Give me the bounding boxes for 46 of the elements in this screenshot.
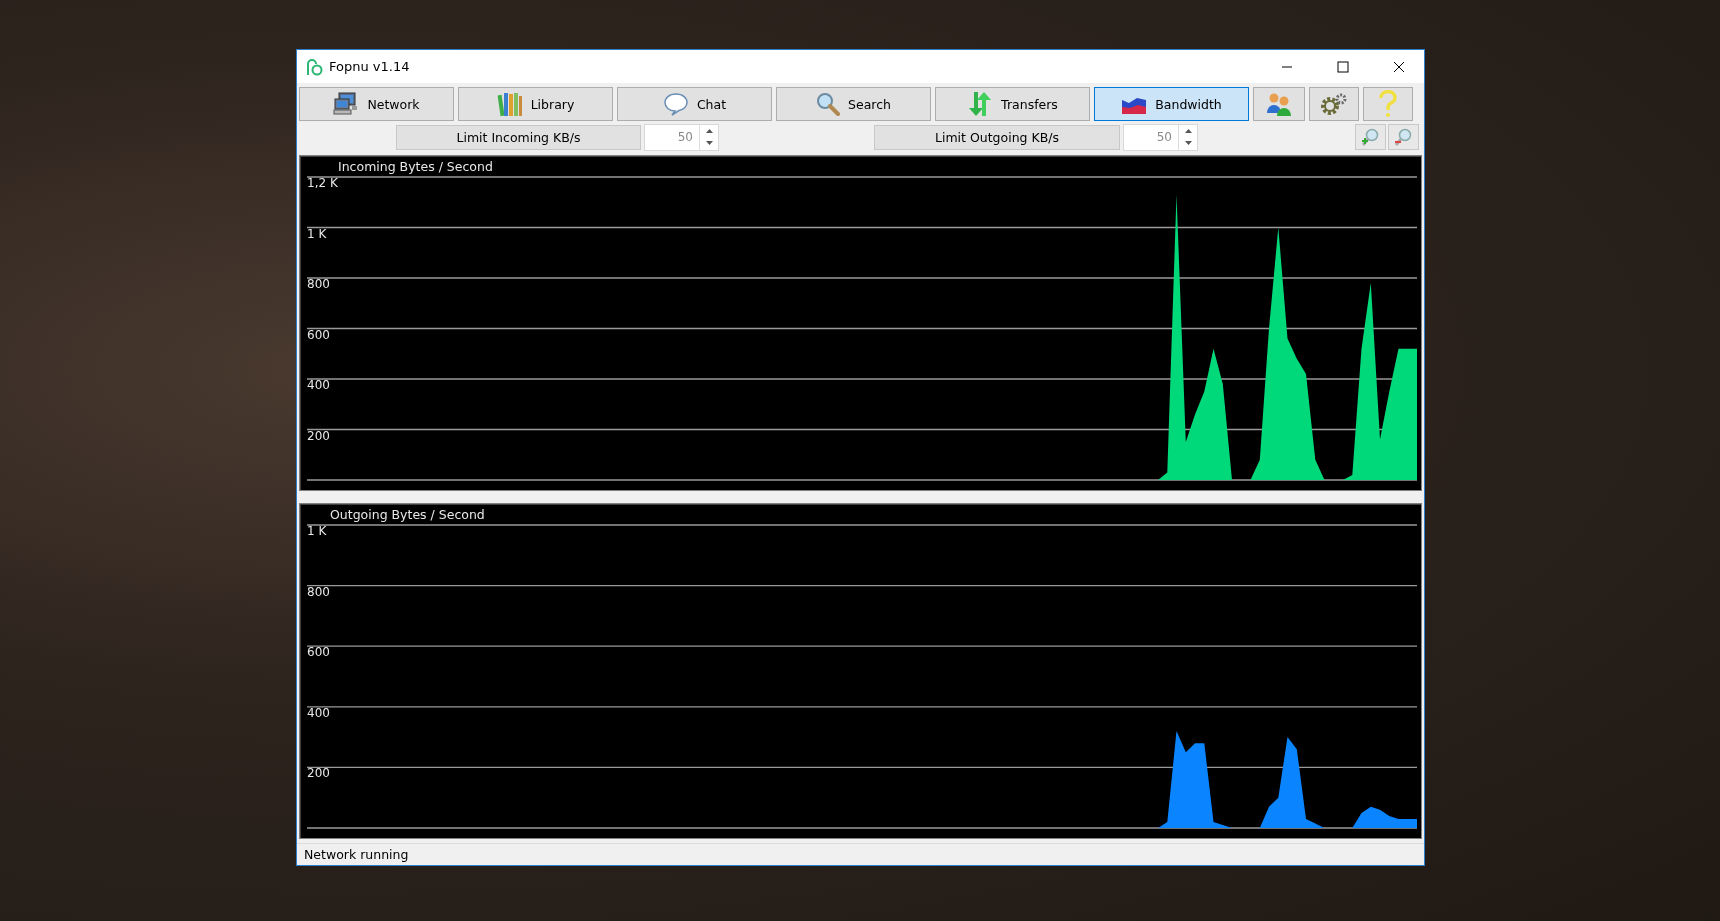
limit-button[interactable]: Limit Outgoing KB/s — [874, 124, 1120, 150]
chart-title: Incoming Bytes / Second — [338, 159, 493, 174]
y-tick-label: 1 K — [307, 226, 327, 241]
spin-down-icon — [705, 141, 713, 146]
y-tick-label: 600 — [307, 645, 330, 660]
settings-button[interactable] — [1309, 87, 1359, 121]
spin-up-icon — [1184, 128, 1192, 133]
y-tick-label: 1 K — [307, 524, 327, 538]
zoom-out-icon — [1393, 127, 1414, 147]
toolbar-tab[interactable]: Transfers — [935, 87, 1090, 121]
speech-bubble-icon — [662, 92, 689, 116]
app-logo-icon — [305, 57, 323, 76]
users-icon — [1265, 91, 1293, 117]
zoom-in-button[interactable] — [1355, 124, 1386, 150]
up-down-arrows-icon — [967, 91, 994, 117]
zoom-in-icon — [1360, 127, 1381, 147]
question-mark-icon — [1378, 90, 1398, 118]
status-text: Network running — [304, 847, 409, 862]
close-icon — [1393, 60, 1405, 73]
spin-down-icon — [1184, 141, 1192, 146]
y-tick-label: 200 — [307, 766, 330, 781]
gears-icon — [1320, 92, 1348, 116]
y-tick-label: 1,2 K — [307, 176, 338, 190]
search-icon — [816, 92, 840, 116]
computer-icon — [333, 92, 360, 116]
users-button[interactable] — [1253, 87, 1305, 121]
y-tick-label: 800 — [307, 277, 330, 291]
toolbar-tab[interactable]: Network — [299, 87, 454, 121]
toolbar-tab[interactable]: Search — [776, 87, 931, 121]
toolbar-tab[interactable]: Library — [458, 87, 613, 121]
books-icon — [496, 91, 523, 117]
chart-title: Outgoing Bytes / Second — [330, 507, 485, 522]
y-tick-label: 800 — [307, 584, 330, 599]
y-tick-label: 600 — [307, 327, 330, 342]
limit-button[interactable]: Limit Incoming KB/s — [396, 124, 641, 150]
window-title: Fopnu v1.14 — [329, 59, 411, 74]
spin-up-icon — [705, 128, 713, 133]
toolbar-tab[interactable]: Bandwidth — [1094, 87, 1249, 121]
y-tick-label: 400 — [307, 378, 330, 392]
toolbar-tab[interactable]: Chat — [617, 87, 772, 121]
zoom-out-button[interactable] — [1388, 124, 1419, 150]
maximize-icon — [1337, 60, 1349, 73]
y-tick-label: 400 — [307, 705, 330, 720]
spin-field[interactable]: 50 — [644, 123, 719, 151]
spin-field[interactable]: 50 — [1123, 123, 1198, 151]
y-tick-label: 200 — [307, 428, 330, 443]
